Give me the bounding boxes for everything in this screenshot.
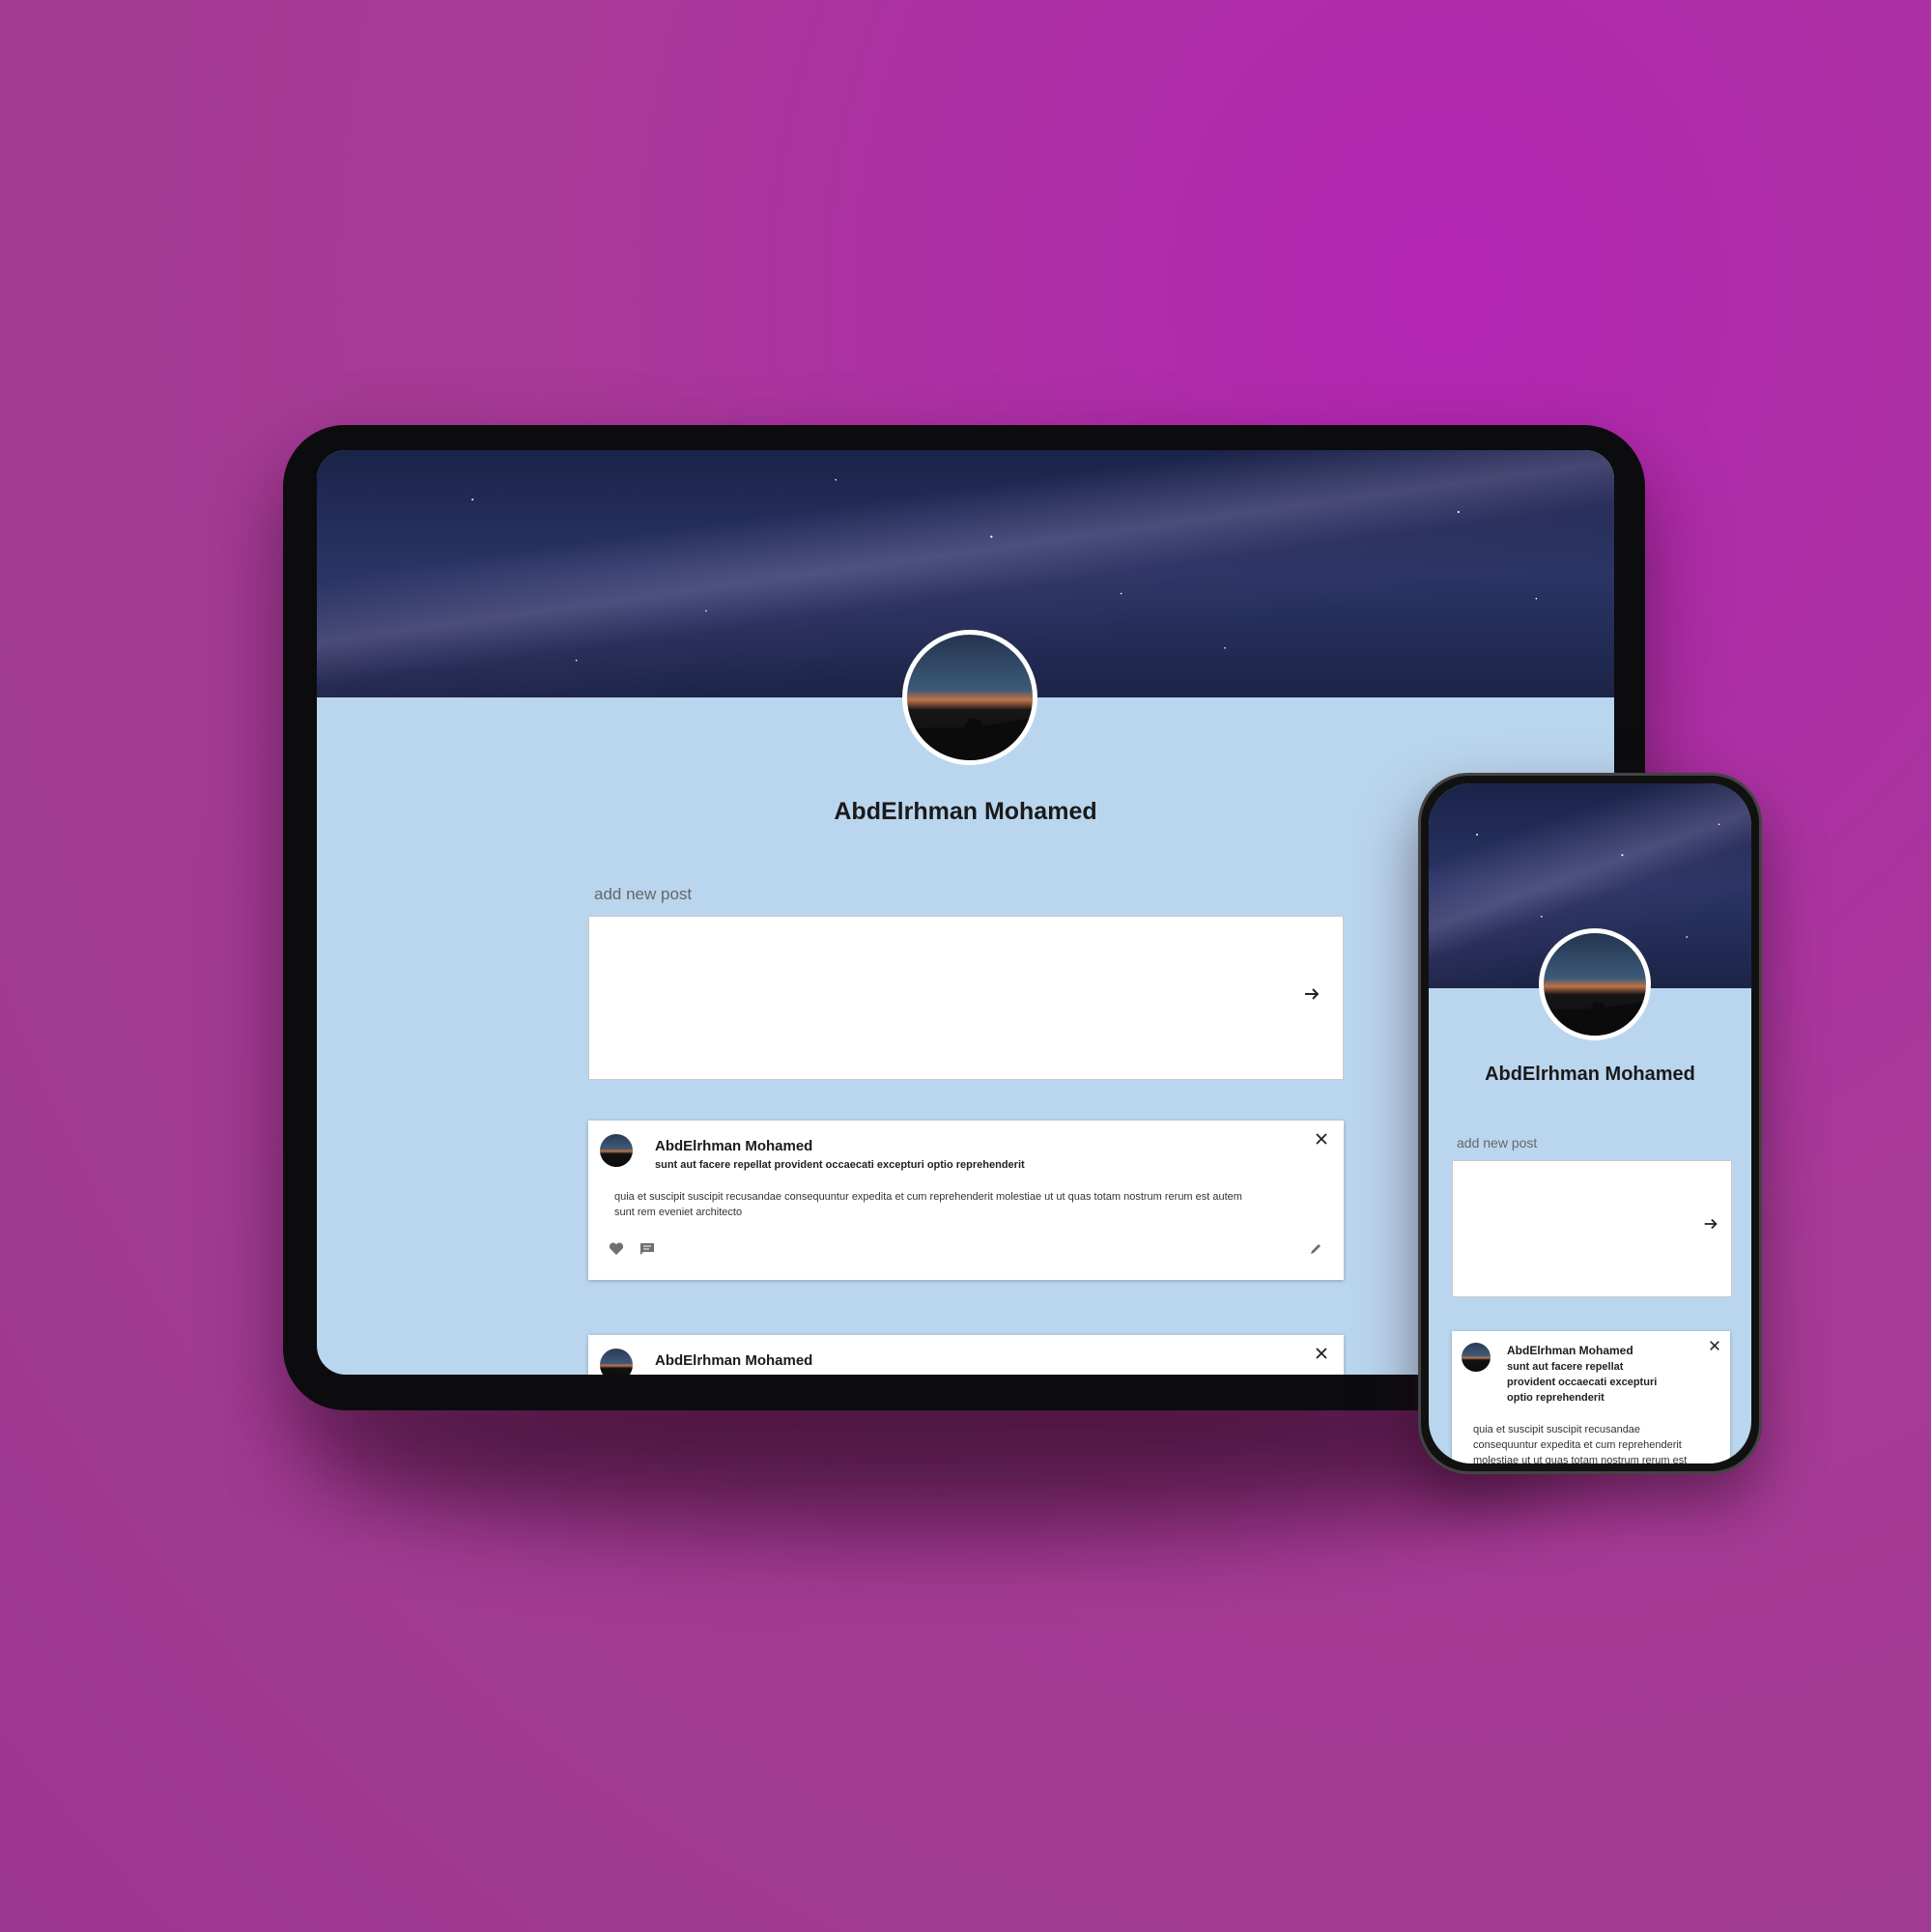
phone-screen: AbdElrhman Mohamed add new post AbdElrhm… (1429, 783, 1751, 1463)
post-title-line: sunt aut facere repellat (1507, 1361, 1624, 1373)
post-card: AbdElrhman Mohamed sunt aut facere repel… (588, 1121, 1344, 1280)
comment-icon[interactable] (639, 1242, 655, 1256)
close-icon[interactable] (1709, 1340, 1720, 1351)
post-title-line: provident occaecati excepturi (1507, 1376, 1658, 1388)
add-post-label: add new post (1457, 1135, 1538, 1151)
avatar-silhouette (1544, 1001, 1646, 1036)
post-card: AbdElrhman Mohamed (588, 1335, 1344, 1375)
post-body-line: sunt rem eveniet architecto (614, 1206, 743, 1218)
profile-avatar[interactable] (1539, 928, 1651, 1040)
new-post-input[interactable] (1452, 1160, 1732, 1297)
post-author: AbdElrhman Mohamed (655, 1138, 813, 1154)
post-card: AbdElrhman Mohamed sunt aut facere repel… (1452, 1331, 1730, 1463)
arrow-right-icon[interactable] (1702, 1215, 1719, 1233)
post-title: sunt aut facere repellat provident occae… (1507, 1360, 1657, 1406)
post-body: quia et suscipit suscipit recusandae con… (614, 1190, 1329, 1221)
post-body: quia et suscipit suscipit recusandae con… (1473, 1423, 1724, 1463)
post-body-line: quia et suscipit suscipit recusandae (1473, 1424, 1641, 1435)
pencil-icon[interactable] (1309, 1242, 1322, 1256)
post-avatar[interactable] (600, 1134, 633, 1167)
post-author: AbdElrhman Mohamed (1507, 1344, 1633, 1357)
post-avatar[interactable] (600, 1349, 633, 1375)
arrow-right-icon[interactable] (1302, 984, 1321, 1004)
close-icon[interactable] (1315, 1132, 1328, 1146)
close-icon[interactable] (1315, 1347, 1328, 1360)
add-post-label: add new post (594, 885, 693, 903)
post-title: sunt aut facere repellat provident occae… (655, 1159, 1025, 1171)
avatar-silhouette (907, 718, 1033, 760)
phone-device: AbdElrhman Mohamed add new post AbdElrhm… (1418, 773, 1762, 1474)
profile-name: AbdElrhman Mohamed (1485, 1064, 1695, 1085)
heart-icon[interactable] (609, 1242, 624, 1256)
post-avatar[interactable] (1462, 1343, 1491, 1372)
profile-avatar[interactable] (902, 630, 1037, 765)
post-body-line: consequuntur expedita et cum reprehender… (1473, 1438, 1682, 1451)
post-author: AbdElrhman Mohamed (655, 1352, 813, 1369)
post-body-line: quia et suscipit suscipit recusandae con… (614, 1191, 1242, 1203)
post-body-line: molestiae ut ut quas totam nostrum rerum… (1473, 1454, 1688, 1463)
new-post-input[interactable] (588, 916, 1344, 1080)
post-title-line: optio reprehenderit (1507, 1391, 1604, 1404)
